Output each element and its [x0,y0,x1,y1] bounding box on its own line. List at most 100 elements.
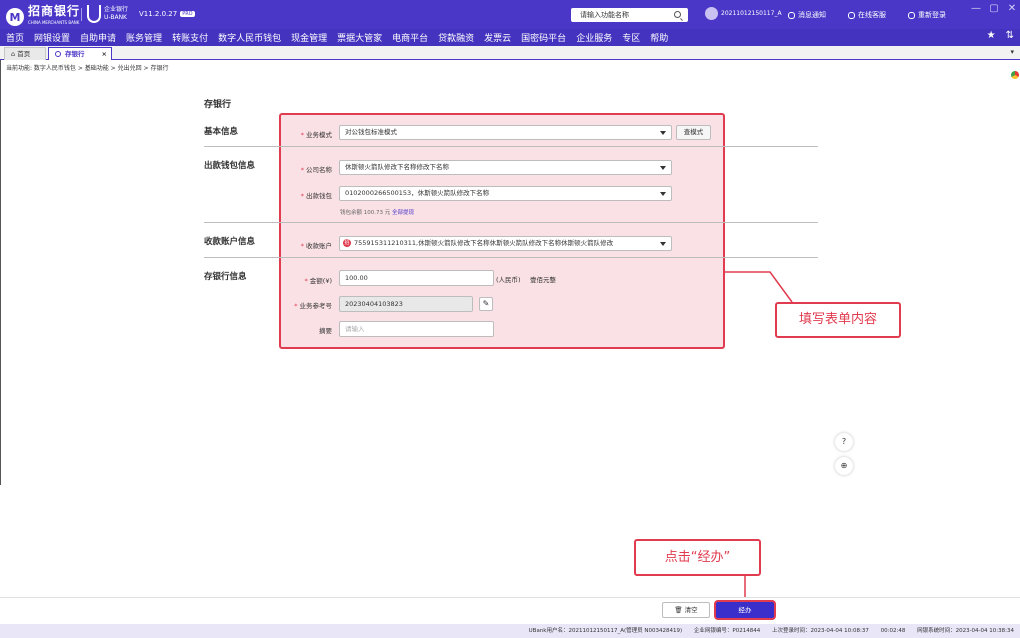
action-bar: 🗑 清空 经办 [0,597,1020,624]
amount-in-words: 壹佰元整 [530,276,556,284]
browser-icon [1011,71,1019,79]
wallet-balance-hint: 钱包余额 100.73 元 全部提现 [340,210,415,216]
favorite-star-icon[interactable]: ★ [987,30,996,41]
nav-item-settings[interactable]: 网银设置 [34,31,70,44]
window-controls: — ▢ ✕ [967,3,1020,14]
company-name-select[interactable]: 休斯顿火箭队修改下名称修改下名称 [339,160,672,175]
cmb-logo-icon: M [6,8,24,26]
bell-icon [788,11,795,19]
main-nav: 首页 网银设置 自助申请 账务管理 转账支付 数字人民币钱包 现金管理 票据大管… [0,29,1020,46]
nav-item-cash[interactable]: 现金管理 [291,31,327,44]
section-divider [204,257,818,258]
nav-item-ecny-wallet[interactable]: 数字人民币钱包 [218,31,281,44]
nav-item-zone[interactable]: 专区 [622,31,640,44]
annotation-click-submit: 点击“经办” [634,539,761,576]
tab-home[interactable]: ⌂ 首页 [4,47,46,60]
account-label: * 收款账户 [300,242,332,250]
help-icon: ? [841,437,847,446]
tab-bar: ⌂ 首页 存银行 × ▾ [0,46,1020,60]
status-company-no: 企业网银编号：P0214844 [693,628,761,634]
nav-item-self-apply[interactable]: 自助申请 [80,31,116,44]
query-mode-button[interactable]: 查模式 [676,125,711,140]
maximize-button[interactable]: ▢ [985,3,1003,14]
pencil-icon: ✎ [482,299,490,308]
breadcrumb: 当前功能: 数字人民币钱包 > 基础功能 > 兑出兑回 > 存银行 [6,65,169,72]
currency-label: (人民币) [496,276,521,284]
app-window: M 招商银行 CHINA MERCHANTS BANK 企业银行 U-BANK … [0,0,1020,638]
nav-item-enterprise[interactable]: 企业服务 [576,31,612,44]
payout-wallet-select[interactable]: 0102000266500153，休斯顿火箭队修改下名称 [339,186,672,201]
bank-logo-icon: 招 [343,239,351,247]
mode-label: * 业务模式 [300,131,332,139]
company-label: * 公司名称 [300,166,332,174]
user-menu[interactable]: 20211012150117_A [705,7,782,20]
search-icon[interactable] [674,11,681,18]
bank-name: 招商银行 CHINA MERCHANTS BANK [28,4,81,25]
logout-icon [908,11,915,19]
trash-icon: 🗑 [674,606,685,614]
relogin-link[interactable]: 重新登录 [908,10,946,20]
avatar [705,7,718,20]
tab-status-icon [55,51,61,57]
clear-button[interactable]: 🗑 清空 [662,602,710,618]
nav-item-bills[interactable]: 票据大管家 [337,31,382,44]
nav-item-invoice[interactable]: 发票云 [484,31,511,44]
reference-label: * 业务参考号 [294,302,332,310]
chevron-down-icon [660,131,666,135]
nav-item-transfer[interactable]: 转账支付 [172,31,208,44]
function-search-input[interactable]: 请输入功能名称 [571,8,688,22]
close-window-button[interactable]: ✕ [1003,3,1020,14]
memo-input[interactable]: 请输入 [339,321,494,337]
minimize-button[interactable]: — [967,3,985,14]
chevron-down-icon [660,242,666,246]
cmb-logo: M 招商银行 CHINA MERCHANTS BANK [6,5,80,29]
status-last-login: 上次登录时间：2023-04-04 10:08:37 [771,628,869,634]
section-wallet-info: 出款钱包信息 [204,161,256,171]
section-basic-info: 基本信息 [204,127,239,137]
page-title: 存银行 [204,100,232,110]
status-user: UBank用户名：20211012150117_A(管理员 N003428419… [528,628,683,634]
notifications-link[interactable]: 消息通知 [788,10,826,20]
top-links: 消息通知 在线客服 重新登录 [788,10,968,20]
section-divider [204,222,818,223]
close-tab-icon[interactable]: × [102,48,107,60]
ubank-icon [87,5,101,23]
version-badge: PRO [180,11,195,17]
form-highlight-box [279,113,725,349]
reference-number-input: 20230404103823 [339,296,473,312]
nav-item-loans[interactable]: 贷款融资 [438,31,474,44]
content-border [0,60,1,485]
headset-icon [848,11,855,19]
submit-button[interactable]: 经办 [716,602,774,618]
amount-label: * 金额(¥) [304,277,332,285]
nav-item-ecommerce[interactable]: 电商平台 [392,31,428,44]
ubank-logo: 企业银行 U-BANK [87,5,128,23]
annotation-fill-form: 填写表单内容 [775,302,901,338]
edit-reference-button[interactable]: ✎ [479,297,493,311]
tab-deposit-bank[interactable]: 存银行 × [48,47,112,60]
amount-input[interactable]: 100.00 [339,270,494,286]
chevron-down-icon [660,192,666,196]
section-divider [204,146,818,147]
tab-more-icon[interactable]: ▾ [1010,48,1014,56]
top-header: M 招商银行 CHINA MERCHANTS BANK 企业银行 U-BANK … [0,0,1020,29]
receive-account-select[interactable]: 招 755915311210311,休斯顿火箭队修改下名称休斯顿火箭队修改下名称休… [339,236,672,251]
memo-label: 摘要 [319,327,332,335]
zoom-icon: ⊕ [840,461,848,470]
help-float-button[interactable]: ? [835,433,853,451]
sort-icon[interactable]: ⇅ [1006,30,1014,41]
nav-item-crypto[interactable]: 国密码平台 [521,31,566,44]
business-mode-select[interactable]: 对公钱包标准模式 [339,125,672,140]
version-label: V11.2.0.27 PRO [139,10,195,18]
status-system-time: 网银系统时间：2023-04-04 10:38:34 [917,628,1014,634]
nav-item-accounts[interactable]: 账务管理 [126,31,162,44]
wallet-label: * 出款钱包 [300,192,332,200]
nav-item-help[interactable]: 帮助 [650,31,668,44]
nav-item-home[interactable]: 首页 [6,31,24,44]
zoom-float-button[interactable]: ⊕ [835,457,853,475]
status-bar: UBank用户名：20211012150117_A(管理员 N003428419… [0,624,1020,638]
online-service-link[interactable]: 在线客服 [848,10,886,20]
status-session-duration: 00:02:48 [880,628,906,634]
withdraw-all-link[interactable]: 全部提现 [392,210,414,216]
logo-divider [81,8,82,21]
